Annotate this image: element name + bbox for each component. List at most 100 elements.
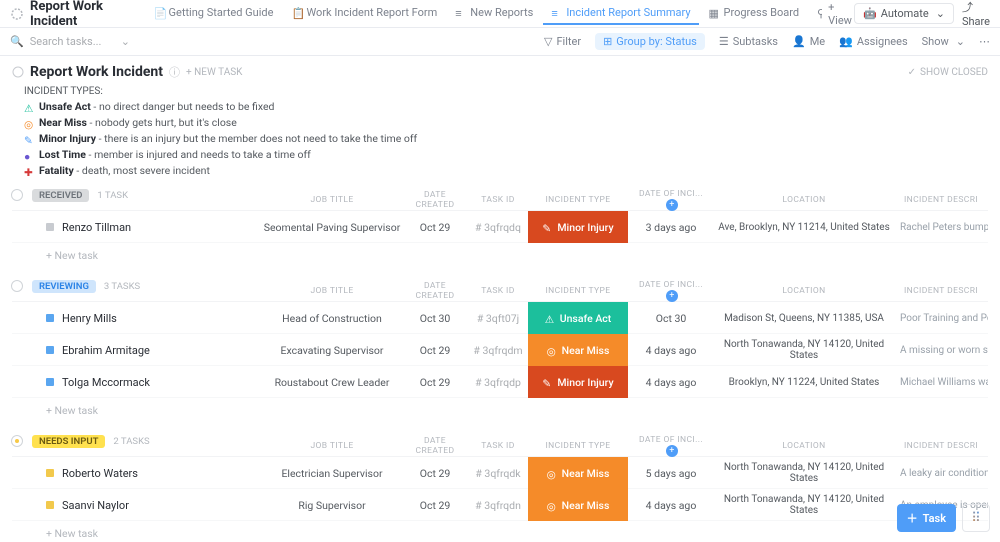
date-created-cell: Oct 30 xyxy=(402,312,468,325)
more-button[interactable]: ⋯ xyxy=(979,35,990,48)
tab-new-reports[interactable]: ≡New Reports xyxy=(447,2,541,25)
share-button[interactable]: ⤴ Share xyxy=(962,0,990,28)
tab-icon: ▦ xyxy=(709,7,720,18)
new-task-button[interactable]: + NEW TASK xyxy=(186,67,242,78)
top-bar: Report Work Incident 📄Getting Started Gu… xyxy=(0,0,1000,28)
status-square-icon xyxy=(46,378,54,386)
task-id-cell: # 3qfrqdp xyxy=(468,376,528,389)
incident-type-badge[interactable]: ◎Near Miss xyxy=(528,489,628,521)
incident-date-cell: 4 days ago xyxy=(628,344,714,357)
task-row[interactable]: Roberto WatersElectrician SupervisorOct … xyxy=(12,457,988,489)
status-square-icon xyxy=(46,314,54,322)
app-title: Report Work Incident xyxy=(30,0,128,29)
task-count: 1 TASK xyxy=(97,190,128,201)
type-icon: ◎ xyxy=(24,118,34,128)
assignees-button[interactable]: 👥Assignees xyxy=(839,35,908,48)
tab-work-incident-report-form[interactable]: 📋Work Incident Report Form xyxy=(283,2,445,25)
search-icon: 🔍 xyxy=(10,35,24,48)
chevron-down-icon: ⌄ xyxy=(936,7,945,20)
job-title-cell: Seomental Paving Supervisor xyxy=(262,221,402,234)
task-row[interactable]: Henry MillsHead of ConstructionOct 30# 3… xyxy=(12,302,988,334)
tab-progress-board[interactable]: ▦Progress Board xyxy=(701,2,808,25)
date-created-cell: Oct 29 xyxy=(402,221,468,234)
status-pill[interactable]: REVIEWING xyxy=(32,280,96,293)
incident-type-badge[interactable]: ✎Minor Injury xyxy=(528,211,628,243)
description-cell: Rachel Peters bumped her head on a bar xyxy=(894,222,988,233)
search-input[interactable]: 🔍 Search tasks... ⌄ xyxy=(10,35,130,48)
task-id-cell: # 3qft07j xyxy=(468,312,528,325)
info-icon[interactable]: ⓘ xyxy=(169,64,180,80)
show-closed-button[interactable]: ✓SHOW CLOSED xyxy=(908,67,988,78)
incident-icon: ✎ xyxy=(542,377,552,387)
type-fatality: ✚Fatality - death, most severe incident xyxy=(24,164,988,177)
ellipsis-icon: ⋯ xyxy=(979,35,990,48)
status-square-icon xyxy=(46,223,54,231)
chevron-down-icon: ⌄ xyxy=(956,35,965,48)
filter-button[interactable]: ▽Filter xyxy=(544,35,581,48)
location-cell: North Tonawanda, NY 14120, United States xyxy=(714,339,894,361)
incident-date-cell: 4 days ago xyxy=(628,499,714,512)
task-name: Ebrahim Armitage xyxy=(62,344,150,357)
type-minor-injury: ✎Minor Injury - there is an injury but t… xyxy=(24,132,988,145)
incident-type-badge[interactable]: ⚠Unsafe Act xyxy=(528,302,628,334)
automate-button[interactable]: 🤖 Automate ⌄ xyxy=(854,3,954,24)
task-count: 2 TASKS xyxy=(113,436,149,447)
incident-icon: ◎ xyxy=(547,468,557,478)
task-row[interactable]: Ebrahim ArmitageExcavating SupervisorOct… xyxy=(12,334,988,366)
filter-icon: ▽ xyxy=(544,35,552,48)
group-by-button[interactable]: ⊞Group by: Status xyxy=(595,33,705,50)
type-icon: ✎ xyxy=(24,134,34,144)
task-name: Tolga Mccormack xyxy=(62,376,150,389)
apps-fab[interactable]: ⠿ xyxy=(962,504,990,532)
tab-icon: 📋 xyxy=(291,7,302,18)
task-row[interactable]: Tolga MccormackRoustabout Crew LeaderOct… xyxy=(12,366,988,398)
task-row[interactable]: Saanvi NaylorRig SupervisorOct 29# 3qfrq… xyxy=(12,489,988,521)
tab-icon: ≡ xyxy=(455,7,466,18)
type-lost-time: ●Lost Time - member is injured and needs… xyxy=(24,148,988,161)
description-cell: A missing or worn step marker resulting … xyxy=(894,345,988,356)
toolbar: 🔍 Search tasks... ⌄ ▽Filter ⊞Group by: S… xyxy=(0,28,1000,56)
collapse-icon[interactable] xyxy=(12,66,24,78)
status-square-icon xyxy=(46,346,54,354)
chevron-down-icon[interactable]: ⌄ xyxy=(121,35,130,48)
description-cell: Michael Williams was hit by an air dropp… xyxy=(894,377,988,388)
incident-type-badge[interactable]: ✎Minor Injury xyxy=(528,366,628,398)
new-task-fab[interactable]: ＋Task xyxy=(897,504,956,532)
users-icon: 👥 xyxy=(839,35,853,48)
tab-icon: ≡ xyxy=(551,7,562,18)
tab-getting-started-guide[interactable]: 📄Getting Started Guide xyxy=(146,2,282,25)
task-row[interactable]: Renzo Tillman Seomental Paving Supervisor… xyxy=(12,211,988,243)
group-toggle[interactable] xyxy=(11,280,23,292)
tab-icon: 📄 xyxy=(154,7,165,18)
check-icon: ✓ xyxy=(908,67,916,78)
incident-date-cell: 4 days ago xyxy=(628,376,714,389)
incident-type-badge[interactable]: ◎Near Miss xyxy=(528,457,628,489)
show-button[interactable]: Show⌄ xyxy=(922,35,965,48)
task-name: Renzo Tillman xyxy=(62,221,131,234)
status-pill[interactable]: RECEIVED xyxy=(32,189,89,202)
job-title-cell: Roustabout Crew Leader xyxy=(262,376,402,389)
task-count: 3 TASKS xyxy=(104,281,140,292)
new-task-row[interactable]: + New task xyxy=(12,243,988,268)
group-toggle[interactable] xyxy=(11,435,23,447)
new-task-row[interactable]: + New task xyxy=(12,521,988,542)
group-toggle[interactable] xyxy=(11,189,23,201)
status-pill[interactable]: NEEDS INPUT xyxy=(32,435,105,448)
incident-date-cell: 5 days ago xyxy=(628,467,714,480)
tab-incident-report-summary[interactable]: ≡Incident Report Summary xyxy=(543,2,698,25)
grid-icon: ⠿ xyxy=(971,511,981,526)
user-icon: 👤 xyxy=(792,35,806,48)
me-button[interactable]: 👤Me xyxy=(792,35,825,48)
incident-icon: ◎ xyxy=(547,345,557,355)
type-unsafe-act: ⚠Unsafe Act - no direct danger but needs… xyxy=(24,100,988,113)
date-created-cell: Oct 29 xyxy=(402,499,468,512)
share-icon: ⤴ xyxy=(962,1,973,14)
view-tabs: 📄Getting Started Guide📋Work Incident Rep… xyxy=(146,2,823,25)
incident-type-badge[interactable]: ◎Near Miss xyxy=(528,334,628,366)
add-view-button[interactable]: + View xyxy=(828,1,854,27)
task-id-cell: # 3qfrqdn xyxy=(468,499,528,512)
task-id-cell: # 3qfrqdq xyxy=(468,221,528,234)
new-task-row[interactable]: + New task xyxy=(12,398,988,423)
subtasks-button[interactable]: ☰Subtasks xyxy=(719,35,778,48)
tab-incident-map[interactable]: ⚲Incident Map xyxy=(809,2,822,25)
